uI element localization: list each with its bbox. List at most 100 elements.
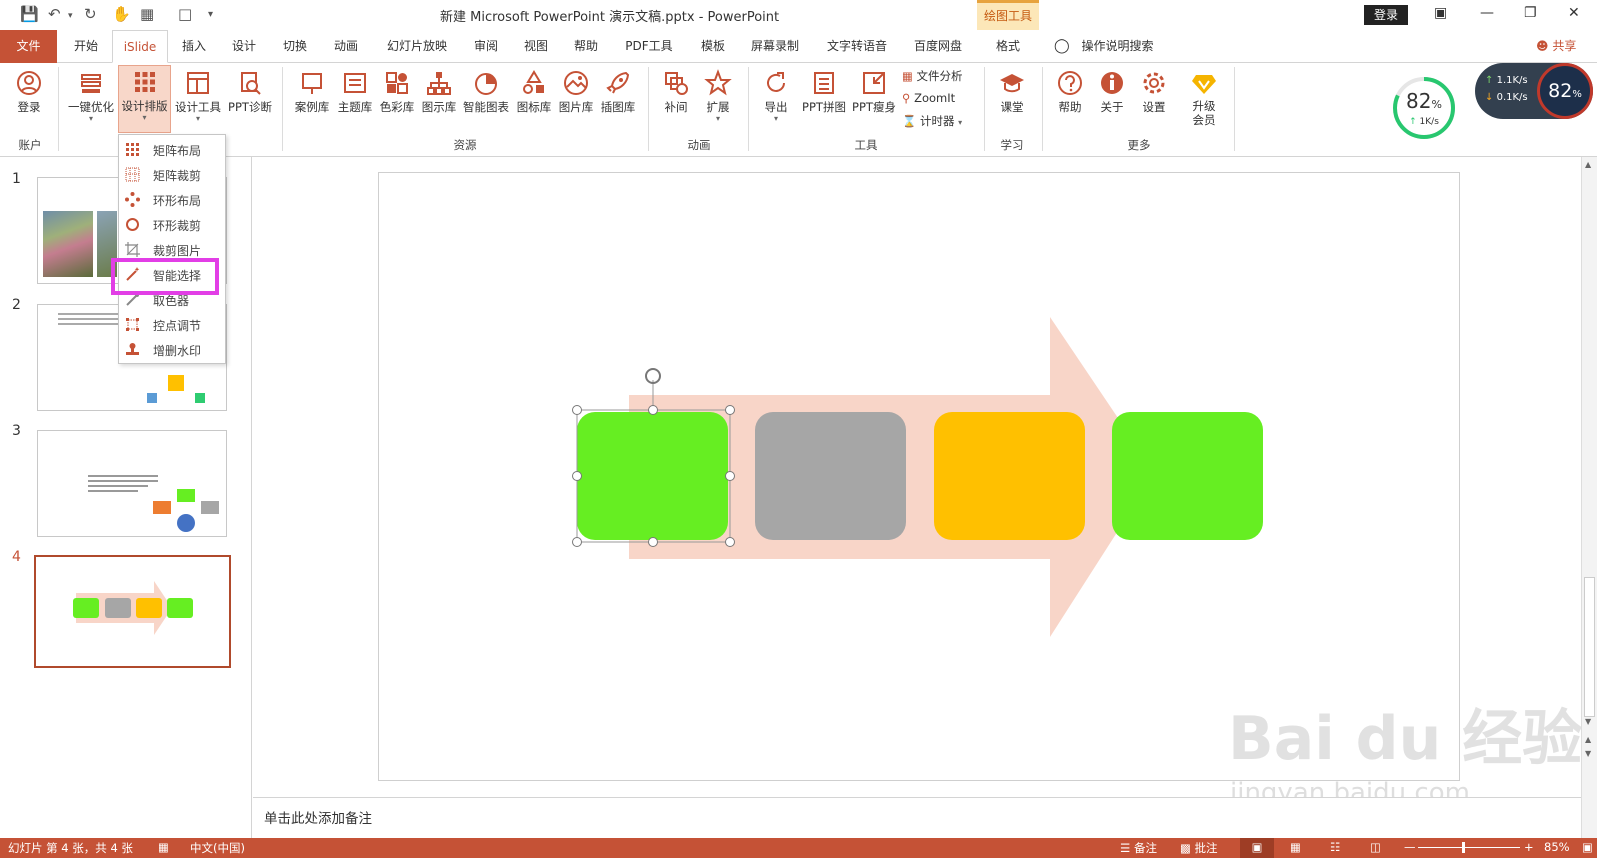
slide-thumbnail-4[interactable] — [34, 555, 231, 668]
tab-screen-record[interactable]: 屏幕录制 — [743, 30, 807, 63]
tab-pdf-tools[interactable]: PDF工具 — [618, 30, 680, 63]
notes-pane[interactable] — [253, 797, 1581, 838]
tab-islide[interactable]: iSlide — [112, 30, 168, 63]
menu-item-ring-layout[interactable]: 环形布局 — [119, 187, 225, 212]
undo-icon[interactable]: ↶ — [48, 5, 61, 23]
tab-slideshow[interactable]: 幻灯片放映 — [378, 30, 456, 63]
tab-review[interactable]: 审阅 — [466, 30, 506, 63]
previous-slide-icon[interactable]: ▲ — [1585, 735, 1591, 744]
theme-library-button[interactable]: 主题库 — [335, 67, 375, 131]
menu-item-matrix-crop[interactable]: 矩阵裁剪 — [119, 162, 225, 187]
zoom-slider[interactable] — [1418, 847, 1520, 848]
share-button[interactable]: ☻ 共享 — [1536, 30, 1576, 63]
tab-transitions[interactable]: 切换 — [275, 30, 315, 63]
slideshow-view-icon[interactable]: ◫ — [1370, 840, 1381, 854]
tab-view[interactable]: 视图 — [516, 30, 556, 63]
settings-button[interactable]: 设置 — [1138, 67, 1170, 131]
zoomit-button[interactable]: ⚲ ZoomIt — [902, 91, 955, 105]
comments-toggle-label: 批注 — [1194, 841, 1218, 855]
extend-button[interactable]: 扩展 ▾ — [702, 67, 734, 131]
tab-animations[interactable]: 动画 — [326, 30, 366, 63]
about-button[interactable]: 关于 — [1096, 67, 1128, 131]
design-layout-button[interactable]: 设计排版 ▾ — [118, 65, 171, 133]
tab-templates[interactable]: 模板 — [693, 30, 733, 63]
chevron-down-icon[interactable]: ▾ — [68, 11, 73, 21]
status-bar: 幻灯片 第 4 张，共 4 张 ▦ 中文(中国) ☰ 备注 ▩ 批注 ▣ ▦ ☷… — [0, 838, 1597, 858]
tab-baidu-pan[interactable]: 百度网盘 — [906, 30, 970, 63]
ppt-diagnose-button[interactable]: PPT诊断 — [226, 67, 274, 131]
zoom-slider-thumb[interactable] — [1462, 842, 1465, 853]
tab-home[interactable]: 开始 — [66, 30, 106, 63]
export-button[interactable]: 导出 ▾ — [760, 67, 792, 131]
scroll-thumb[interactable] — [1584, 577, 1595, 717]
zoom-in-icon[interactable]: + — [1524, 840, 1534, 854]
upgrade-member-button[interactable]: 升级 会员 — [1186, 67, 1222, 131]
help-button[interactable]: 帮助 — [1054, 67, 1086, 131]
tab-file[interactable]: 文件 — [0, 30, 57, 63]
ribbon-display-icon[interactable]: ▣ — [1434, 5, 1447, 21]
shape-yellow — [136, 598, 162, 618]
slide-thumbnail-3[interactable] — [37, 430, 227, 537]
new-icon[interactable]: □ — [178, 5, 192, 23]
tab-text-to-speech[interactable]: 文字转语音 — [818, 30, 896, 63]
color-library-button[interactable]: 色彩库 — [377, 67, 417, 131]
about-label: 关于 — [1100, 100, 1124, 114]
one-click-optimize-button[interactable]: 一键优化 ▾ — [66, 67, 116, 131]
icon-library-button[interactable]: 图标库 — [514, 67, 554, 131]
file-analysis-button[interactable]: ▦ 文件分析 — [902, 68, 963, 84]
classroom-button[interactable]: 课堂 — [996, 67, 1028, 131]
notes-placeholder[interactable]: 单击此处添加备注 — [264, 807, 372, 827]
save-icon[interactable]: 💾 — [20, 5, 39, 23]
tab-design[interactable]: 设计 — [224, 30, 264, 63]
layout-icon[interactable]: ▦ — [140, 5, 154, 23]
customize-qat-icon[interactable]: ▾ — [208, 9, 213, 20]
tell-me-search[interactable]: ◯ 操作说明搜索 — [1054, 30, 1154, 63]
spellcheck-icon[interactable]: ▦ — [158, 840, 169, 854]
reading-view-icon[interactable]: ☷ — [1330, 840, 1340, 854]
vertical-scrollbar[interactable]: ▲ ▼ ▲ ▼ — [1581, 157, 1597, 838]
login-button[interactable]: 登录 — [1364, 5, 1408, 25]
zoom-level[interactable]: 85% — [1544, 840, 1570, 854]
tab-insert[interactable]: 插入 — [174, 30, 214, 63]
menu-item-watermark[interactable]: 增删水印 — [119, 337, 225, 362]
illustration-library-button[interactable]: 插图库 — [598, 67, 638, 131]
design-tools-button[interactable]: 设计工具 ▾ — [173, 67, 223, 131]
smart-chart-button[interactable]: 智能图表 — [461, 67, 511, 131]
login-ribbon-button[interactable]: 登录 — [12, 67, 46, 131]
case-library-button[interactable]: 案例库 — [292, 67, 332, 131]
menu-item-control-point-adjust[interactable]: 控点调节 — [119, 312, 225, 337]
tab-format[interactable]: 格式 — [983, 30, 1033, 63]
comments-toggle[interactable]: ▩ 批注 — [1180, 840, 1218, 856]
network-speed-widget[interactable]: ↑ 1.1K/s ↓ 0.1K/s 82% — [1475, 63, 1593, 119]
menu-item-ring-crop[interactable]: 环形裁剪 — [119, 212, 225, 237]
normal-view-icon[interactable]: ▣ — [1240, 838, 1274, 858]
menu-item-matrix-layout[interactable]: 矩阵布局 — [119, 137, 225, 162]
ppt-slim-button[interactable]: PPT瘦身 — [850, 67, 898, 131]
group-label-learn: 学习 — [1000, 138, 1024, 152]
fit-slide-icon[interactable]: ▣ — [1582, 840, 1593, 854]
scroll-down-icon[interactable]: ▼ — [1585, 717, 1591, 726]
redo-icon[interactable]: ↻ — [84, 5, 97, 23]
language-status[interactable]: 中文(中国) — [190, 840, 245, 856]
next-slide-icon[interactable]: ▼ — [1585, 749, 1591, 758]
minimize-icon[interactable]: — — [1480, 5, 1494, 21]
scroll-up-icon[interactable]: ▲ — [1585, 160, 1591, 169]
slide-sorter-icon[interactable]: ▦ — [1290, 840, 1301, 854]
ppt-collage-button[interactable]: PPT拼图 — [800, 67, 848, 131]
chevron-down-icon: ▾ — [715, 114, 720, 123]
timer-button[interactable]: ⌛ 计时器 ▾ — [902, 113, 962, 129]
diagram-library-button[interactable]: 图示库 — [419, 67, 459, 131]
tween-button[interactable]: 补间 — [660, 67, 692, 131]
memory-speed-ring[interactable]: 82% ↑ 1K/s — [1391, 75, 1457, 141]
zoom-out-icon[interactable]: — — [1404, 840, 1416, 854]
tab-help[interactable]: 帮助 — [566, 30, 606, 63]
image-library-button[interactable]: 图片库 — [556, 67, 596, 131]
arrow-up-icon: ↑ — [1409, 117, 1417, 127]
notes-toggle[interactable]: ☰ 备注 — [1120, 840, 1157, 856]
image-icon — [564, 71, 588, 95]
panel-layout-icon — [187, 72, 209, 94]
speed-percent-unit: % — [1431, 98, 1442, 111]
close-icon[interactable]: ✕ — [1568, 5, 1580, 21]
touch-mode-icon[interactable]: ✋ — [112, 5, 131, 23]
restore-icon[interactable]: ❐ — [1524, 5, 1537, 21]
